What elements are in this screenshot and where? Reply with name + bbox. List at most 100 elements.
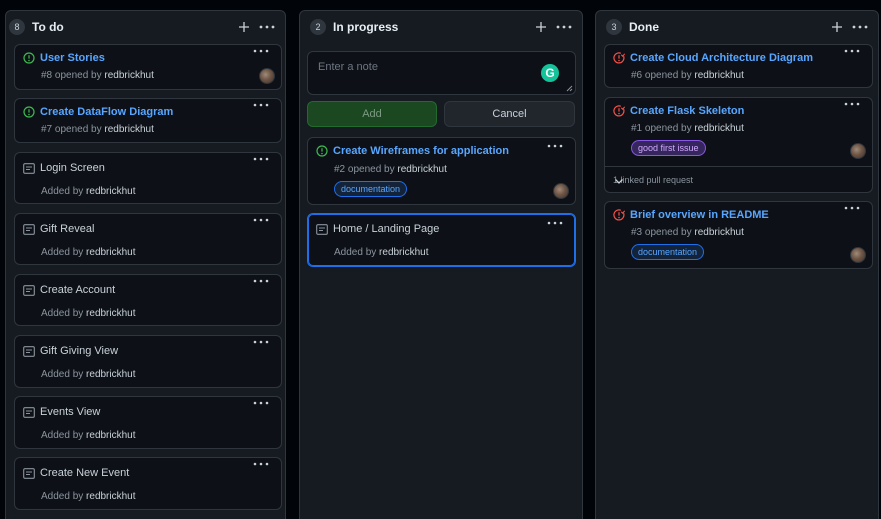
meta-prefix: Added by xyxy=(41,247,84,258)
meta-prefix: Added by xyxy=(334,247,377,258)
issue-card[interactable]: Create Wireframes for application #2 ope… xyxy=(307,137,576,205)
issue-card[interactable]: Brief overview in README #3 opened by re… xyxy=(604,201,873,269)
author-link[interactable]: redbrickhut xyxy=(86,308,135,319)
author-link[interactable]: redbrickhut xyxy=(104,124,153,135)
author-link[interactable]: redbrickhut xyxy=(86,430,135,441)
card-meta: Added by redbrickhut xyxy=(41,247,136,258)
author-link[interactable]: redbrickhut xyxy=(379,247,428,258)
card-title[interactable]: Create Flask Skeleton xyxy=(630,105,744,117)
closed-issue-icon xyxy=(613,52,625,64)
column-title: Done xyxy=(629,20,659,34)
column-menu-icon[interactable] xyxy=(257,17,277,37)
note-card[interactable]: Login Screen Added by redbrickhut xyxy=(14,152,282,204)
column-title: In progress xyxy=(333,20,399,34)
card-title: Create Account xyxy=(40,284,116,296)
note-card[interactable]: Gift Reveal Added by redbrickhut xyxy=(14,213,282,265)
note-icon xyxy=(23,467,35,479)
card-title: Login Screen xyxy=(40,162,105,174)
card-menu-icon[interactable] xyxy=(253,218,271,230)
meta-prefix: #7 opened by xyxy=(41,124,102,135)
card-title: Create New Event xyxy=(40,467,130,479)
column-menu-icon[interactable] xyxy=(554,17,574,37)
card-title[interactable]: Create Cloud Architecture Diagram xyxy=(630,52,813,64)
author-link[interactable]: redbrickhut xyxy=(86,186,135,197)
column-menu-icon[interactable] xyxy=(850,17,870,37)
issue-card[interactable]: Create Flask Skeleton #1 opened by redbr… xyxy=(604,97,873,193)
meta-prefix: #3 opened by xyxy=(631,227,692,238)
issue-card[interactable]: Create Cloud Architecture Diagram #6 ope… xyxy=(604,44,873,88)
author-link[interactable]: redbrickhut xyxy=(694,123,743,134)
card-menu-icon[interactable] xyxy=(253,401,271,413)
open-issue-icon xyxy=(23,52,35,64)
card-title[interactable]: Create DataFlow Diagram xyxy=(40,106,173,118)
note-card[interactable]: Gift Giving View Added by redbrickhut xyxy=(14,335,282,388)
card-title[interactable]: Create Wireframes for application xyxy=(333,145,509,157)
label-badge[interactable]: documentation xyxy=(334,181,408,197)
card-menu-icon[interactable] xyxy=(253,49,271,61)
card-menu-icon[interactable] xyxy=(844,49,862,61)
card-title: Events View xyxy=(40,406,101,418)
meta-prefix: Added by xyxy=(41,491,84,502)
card-menu-icon[interactable] xyxy=(253,279,271,291)
note-placeholder: Enter a note xyxy=(318,61,378,73)
resize-handle-icon[interactable] xyxy=(566,85,573,92)
card-title[interactable]: Brief overview in README xyxy=(630,209,769,221)
column-header: 8 To do xyxy=(6,11,285,43)
column-todo: 8 To do User Stories #8 opened by redbri… xyxy=(5,10,286,519)
card-meta: Added by redbrickhut xyxy=(41,369,136,380)
author-link[interactable]: redbrickhut xyxy=(86,369,135,380)
add-note-button[interactable]: Add xyxy=(307,101,437,127)
add-card-icon[interactable] xyxy=(234,17,254,37)
card-menu-icon[interactable] xyxy=(253,103,271,115)
note-icon xyxy=(23,284,35,296)
column-count: 3 xyxy=(606,19,622,35)
avatar[interactable] xyxy=(850,247,866,263)
closed-issue-icon xyxy=(613,105,625,117)
author-link[interactable]: redbrickhut xyxy=(397,164,446,175)
card-meta: #1 opened by redbrickhut xyxy=(631,123,744,134)
card-meta: Added by redbrickhut xyxy=(41,186,136,197)
meta-prefix: Added by xyxy=(41,186,84,197)
author-link[interactable]: redbrickhut xyxy=(86,491,135,502)
note-card[interactable]: Events View Added by redbrickhut xyxy=(14,396,282,449)
meta-prefix: #6 opened by xyxy=(631,70,692,81)
add-card-icon[interactable] xyxy=(827,17,847,37)
column-header: 3 Done xyxy=(596,11,878,43)
avatar[interactable] xyxy=(850,143,866,159)
issue-card[interactable]: Create DataFlow Diagram #7 opened by red… xyxy=(14,98,282,143)
avatar[interactable] xyxy=(553,183,569,199)
column-count: 2 xyxy=(310,19,326,35)
card-meta: #6 opened by redbrickhut xyxy=(631,70,744,81)
note-icon xyxy=(23,406,35,418)
author-link[interactable]: redbrickhut xyxy=(104,70,153,81)
author-link[interactable]: redbrickhut xyxy=(694,227,743,238)
card-menu-icon[interactable] xyxy=(844,102,862,114)
note-card[interactable]: Home / Landing Page Added by redbrickhut xyxy=(307,213,576,267)
meta-prefix: #2 opened by xyxy=(334,164,395,175)
label-badge[interactable]: documentation xyxy=(631,244,705,260)
cancel-button[interactable]: Cancel xyxy=(444,101,575,127)
note-icon xyxy=(23,223,35,235)
issue-card[interactable]: User Stories #8 opened by redbrickhut xyxy=(14,44,282,90)
chevron-down-icon[interactable] xyxy=(613,175,625,187)
author-link[interactable]: redbrickhut xyxy=(694,70,743,81)
card-menu-icon[interactable] xyxy=(253,462,271,474)
avatar[interactable] xyxy=(259,68,275,84)
card-meta: #2 opened by redbrickhut xyxy=(334,164,447,175)
grammarly-icon[interactable]: G xyxy=(541,64,559,82)
note-card[interactable]: Create Account Added by redbrickhut xyxy=(14,274,282,326)
column-count: 8 xyxy=(9,19,25,35)
card-menu-icon[interactable] xyxy=(547,221,565,233)
card-menu-icon[interactable] xyxy=(253,340,271,352)
card-menu-icon[interactable] xyxy=(253,157,271,169)
column-in-progress: 2 In progress Enter a note G Add Cancel … xyxy=(299,10,583,519)
card-menu-icon[interactable] xyxy=(547,144,565,156)
linked-pull-requests[interactable]: 1 linked pull request xyxy=(605,166,872,193)
card-title[interactable]: User Stories xyxy=(40,52,105,64)
author-link[interactable]: redbrickhut xyxy=(86,247,135,258)
add-card-icon[interactable] xyxy=(531,17,551,37)
card-menu-icon[interactable] xyxy=(844,206,862,218)
label-badge[interactable]: good first issue xyxy=(631,140,706,156)
note-input[interactable]: Enter a note G xyxy=(307,51,576,95)
note-card[interactable]: Create New Event Added by redbrickhut xyxy=(14,457,282,510)
